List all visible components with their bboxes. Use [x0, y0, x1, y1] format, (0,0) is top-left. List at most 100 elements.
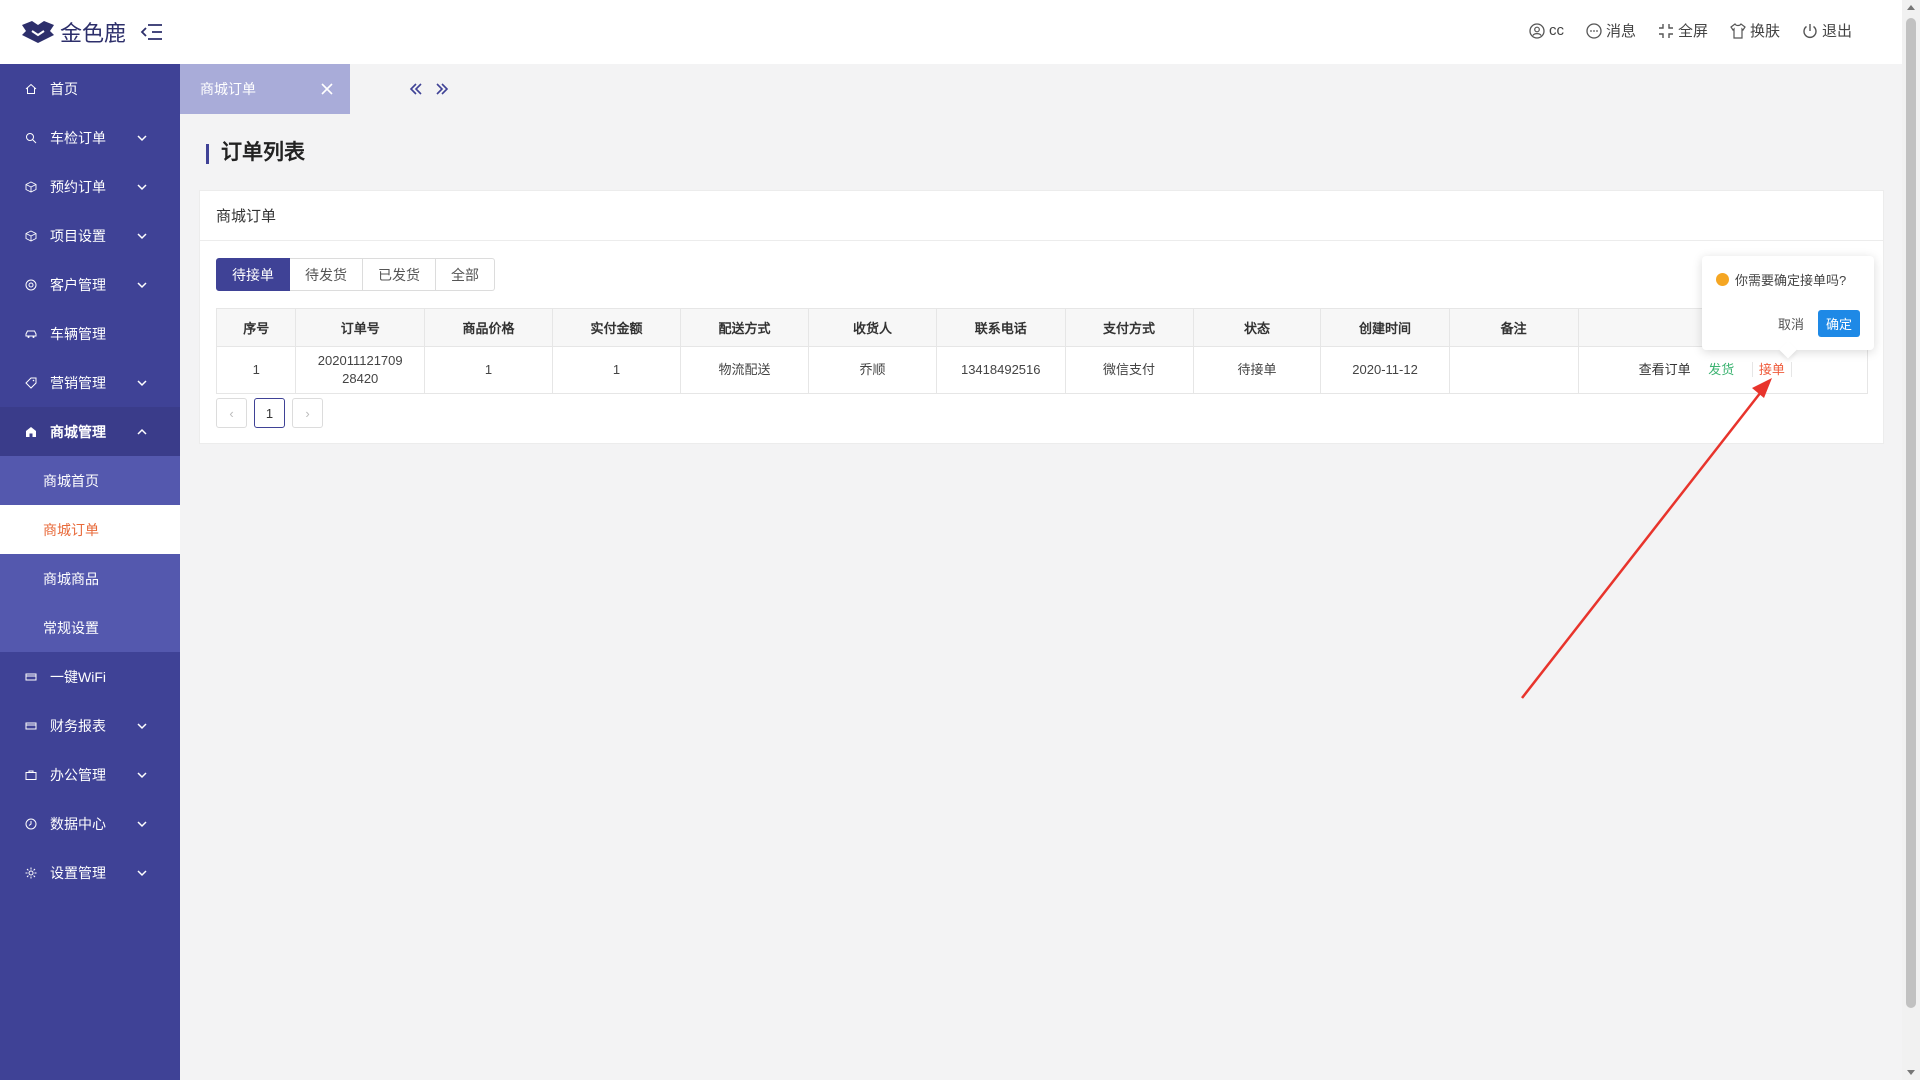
page-title: 订单列表 [206, 142, 305, 164]
column-header: 序号 [215, 308, 297, 347]
card-title: 商城订单 [200, 191, 1883, 241]
chevron-up-icon [137, 428, 147, 435]
status-filter-tabs: 待接单 待发货 已发货 全部 [216, 258, 495, 291]
sidebar-item-label: 车检订单 [50, 129, 106, 146]
tab-bar: 商城订单 [180, 64, 1902, 114]
sidebar-item-label: 车辆管理 [50, 325, 106, 342]
cell-index: 1 [215, 346, 297, 394]
scroll-down-arrow-icon[interactable] [1907, 1070, 1915, 1075]
tab-label: 商城订单 [200, 81, 256, 97]
chevron-down-icon [137, 233, 147, 240]
chevron-down-icon [137, 380, 147, 387]
next-page-button[interactable]: › [292, 398, 323, 428]
cell-payment: 微信支付 [1064, 346, 1194, 394]
column-header: 收货人 [807, 308, 937, 347]
sidebar-item-label: 商城管理 [50, 423, 106, 440]
user-icon [1529, 22, 1545, 39]
sidebar-item-mall-orders[interactable]: 商城订单 [0, 505, 180, 554]
filter-pending-accept[interactable]: 待接单 [216, 258, 290, 291]
page-scrollbar[interactable] [1902, 0, 1920, 1080]
sidebar-item-settings[interactable]: 设置管理 [0, 848, 180, 897]
ship-link[interactable]: 发货 [1708, 362, 1734, 377]
sidebar-item-marketing[interactable]: 营销管理 [0, 358, 180, 407]
briefcase-icon [24, 768, 38, 782]
sidebar-item-label: 办公管理 [50, 766, 106, 783]
sidebar-item-inspection-orders[interactable]: 车检订单 [0, 113, 180, 162]
accept-order-link[interactable]: 接单 [1751, 362, 1792, 377]
page-number-button[interactable]: 1 [254, 398, 285, 428]
messages-label: 消息 [1605, 23, 1636, 40]
scrollbar-thumb[interactable] [1906, 18, 1916, 1008]
tag-icon [24, 376, 38, 390]
prev-page-button[interactable]: ‹ [216, 398, 247, 428]
close-icon[interactable] [320, 82, 334, 96]
pagination: ‹ 1 › [216, 398, 323, 428]
sidebar-item-mall[interactable]: 商城管理 [0, 407, 180, 456]
sidebar-item-label: 项目设置 [50, 227, 106, 244]
cell-remark [1448, 346, 1579, 394]
fullscreen-label: 全屏 [1677, 23, 1708, 40]
cell-receiver: 乔顺 [807, 346, 937, 394]
sidebar-item-mall-products[interactable]: 商城商品 [0, 554, 180, 603]
sidebar-item-label: 设置管理 [50, 864, 106, 881]
double-chevron-left-icon[interactable] [408, 81, 424, 97]
filter-shipped[interactable]: 已发货 [363, 258, 436, 291]
power-icon [1803, 23, 1817, 38]
sidebar-item-project-settings[interactable]: 项目设置 [0, 211, 180, 260]
filter-pending-ship[interactable]: 待发货 [290, 258, 363, 291]
logout-button[interactable]: 退出 [1802, 20, 1852, 41]
order-no-line-1: 202011121709 [317, 353, 403, 368]
sidebar-item-appointments[interactable]: 预约订单 [0, 162, 180, 211]
sidebar-item-mall-home[interactable]: 商城首页 [0, 456, 180, 505]
card-icon [24, 670, 38, 684]
fullscreen-icon [1658, 23, 1673, 38]
sidebar-item-data-center[interactable]: 数据中心 [0, 799, 180, 848]
brand-name: 金色鹿 [60, 22, 127, 47]
orders-card: 商城订单 待接单 待发货 已发货 全部 序号 订单号 商品价格 实付金额 配送方… [199, 190, 1884, 444]
column-header: 创建时间 [1320, 308, 1450, 347]
view-order-link[interactable]: 查看订单 [1639, 362, 1691, 377]
user-menu[interactable]: cc [1529, 22, 1564, 39]
cell-status: 待接单 [1192, 346, 1322, 394]
filter-all[interactable]: 全部 [436, 258, 495, 291]
sidebar-item-customers[interactable]: 客户管理 [0, 260, 180, 309]
sidebar-item-general-settings[interactable]: 常规设置 [0, 603, 180, 652]
tab-mall-orders[interactable]: 商城订单 [180, 64, 350, 114]
car-icon [24, 327, 38, 341]
sidebar-item-wifi[interactable]: 一键WiFi [0, 652, 180, 701]
cell-order-no: 202011121709 28420 [295, 346, 426, 394]
sidebar-item-label: 预约订单 [50, 178, 106, 195]
column-header: 订单号 [295, 308, 426, 347]
cube-icon [24, 180, 38, 194]
menu-collapse-icon[interactable] [140, 22, 164, 42]
shirt-icon [1730, 22, 1746, 39]
sidebar-item-office[interactable]: 办公管理 [0, 750, 180, 799]
cell-created: 2020-11-12 [1320, 346, 1450, 394]
sidebar-item-vehicles[interactable]: 车辆管理 [0, 309, 180, 358]
column-header: 实付金额 [552, 308, 681, 347]
messages-button[interactable]: 消息 [1586, 20, 1636, 41]
cell-actions: 查看订单 发货 接单 [1577, 346, 1868, 394]
sidebar-item-home[interactable]: 首页 [0, 64, 180, 113]
cell-phone: 13418492516 [935, 346, 1066, 394]
search-icon [24, 131, 38, 145]
double-chevron-right-icon[interactable] [434, 81, 450, 97]
chevron-down-icon [137, 821, 147, 828]
scroll-up-arrow-icon[interactable] [1907, 5, 1915, 10]
confirm-popover: 你需要确定接单吗? 取消 确定 [1702, 256, 1874, 359]
fullscreen-button[interactable]: 全屏 [1658, 20, 1708, 41]
confirm-message-row: 你需要确定接单吗? [1716, 270, 1860, 289]
column-header: 备注 [1448, 308, 1579, 347]
cancel-button[interactable]: 取消 [1778, 314, 1804, 333]
shop-icon [24, 425, 38, 439]
cell-price: 1 [424, 346, 553, 394]
sidebar-item-label: 数据中心 [50, 815, 106, 832]
confirm-button[interactable]: 确定 [1817, 310, 1860, 337]
column-header: 配送方式 [679, 308, 809, 347]
sidebar-item-finance[interactable]: 财务报表 [0, 701, 180, 750]
chevron-down-icon [137, 870, 147, 877]
skin-button[interactable]: 换肤 [1730, 20, 1780, 41]
cube-icon [24, 229, 38, 243]
chevron-down-icon [137, 135, 147, 142]
cell-delivery: 物流配送 [679, 346, 809, 394]
